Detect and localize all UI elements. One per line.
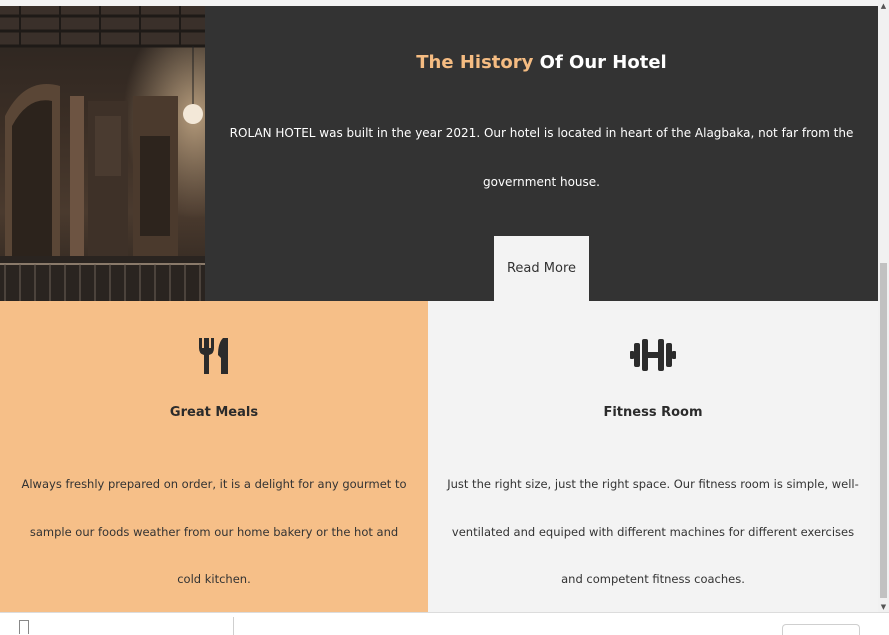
dumbbell-icon xyxy=(428,337,878,377)
bottom-bar-button[interactable] xyxy=(782,624,860,635)
scroll-up-arrow-icon[interactable]: ▲ xyxy=(878,0,889,11)
hotel-interior-image xyxy=(0,6,205,301)
feature-text: Always freshly prepared on order, it is … xyxy=(21,477,407,586)
feature-card-meals: Great Meals Always freshly prepared on o… xyxy=(0,301,428,612)
feature-text: Just the right size, just the right spac… xyxy=(447,477,859,586)
read-more-button[interactable]: Read More xyxy=(494,236,589,301)
feature-title: Great Meals xyxy=(169,405,259,420)
bottom-bar-divider xyxy=(233,617,234,635)
utensils-icon xyxy=(0,337,428,377)
history-title-rest: Of Our Hotel xyxy=(533,52,667,73)
feature-title: Fitness Room xyxy=(603,405,703,420)
scrollbar-thumb[interactable] xyxy=(880,263,887,598)
scroll-down-arrow-icon[interactable]: ▼ xyxy=(878,601,889,612)
page-viewport: The History Of Our Hotel ROLAN HOTEL was… xyxy=(0,0,878,612)
history-section: The History Of Our Hotel ROLAN HOTEL was… xyxy=(205,6,878,301)
history-title: The History Of Our Hotel xyxy=(205,52,878,73)
vertical-scrollbar[interactable]: ▲ ▼ xyxy=(878,0,889,612)
bottom-bar xyxy=(0,612,889,635)
history-title-accent: The History xyxy=(416,52,534,73)
feature-card-fitness: Fitness Room Just the right size, just t… xyxy=(428,301,878,612)
history-body: ROLAN HOTEL was built in the year 2021. … xyxy=(229,126,854,189)
file-icon[interactable] xyxy=(19,620,29,634)
